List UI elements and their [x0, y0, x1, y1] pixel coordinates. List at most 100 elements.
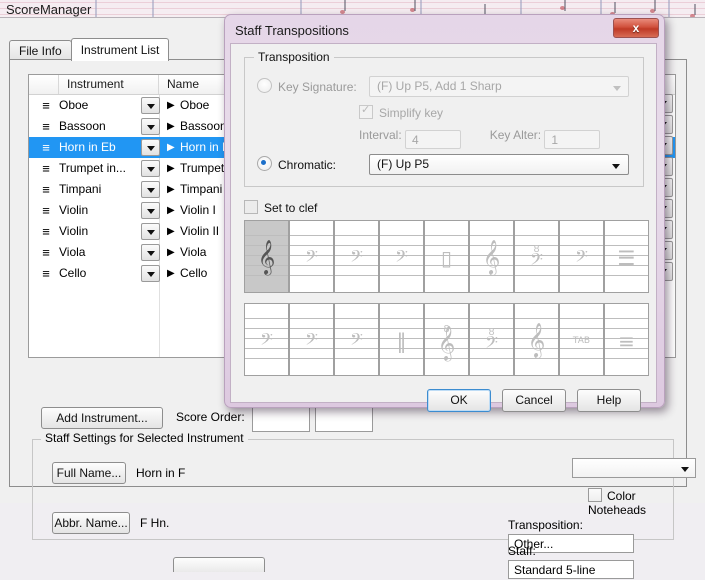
- key-signature-value: (F) Up P5, Add 1 Sharp: [377, 79, 502, 93]
- row-expand-icon[interactable]: ▶: [167, 221, 175, 242]
- clef-option-treble-clef-8vb[interactable]: 𝄞: [469, 220, 514, 293]
- row-dropdown-button[interactable]: [141, 202, 160, 219]
- dialog-titlebar[interactable]: Staff Transpositions x: [229, 18, 660, 45]
- key-signature-radio[interactable]: [257, 78, 272, 93]
- row-dropdown-button[interactable]: [141, 223, 160, 240]
- row-drag-handle[interactable]: ≡: [38, 221, 54, 242]
- row-instrument: Bassoon: [59, 119, 106, 133]
- row-drag-handle[interactable]: ≡: [38, 179, 54, 200]
- row-dropdown-button[interactable]: [141, 160, 160, 177]
- clef-option-alto-clef-line3[interactable]: 𝄢: [289, 303, 334, 376]
- clef-option-treble-clef-plain[interactable]: 𝄞: [514, 303, 559, 376]
- chromatic-combo[interactable]: (F) Up P5: [369, 154, 629, 175]
- score-order-field-a[interactable]: [252, 406, 310, 432]
- row-instrument: Cello: [59, 266, 87, 280]
- note-stem: [614, 2, 616, 13]
- row-drag-handle[interactable]: ≡: [38, 200, 54, 221]
- abbr-name-button[interactable]: Abbr. Name...: [52, 512, 130, 534]
- tab-instrument-list[interactable]: Instrument List: [70, 38, 170, 61]
- row-drag-handle[interactable]: ≡: [38, 263, 54, 284]
- clef-row: 𝄞 𝄢 𝄢 𝄢 ▯ 𝄞 8 𝄢 𝄢 ☰: [244, 220, 649, 293]
- close-button[interactable]: x: [613, 18, 659, 38]
- row-drag-handle[interactable]: ≡: [38, 95, 54, 116]
- row-dropdown-button[interactable]: [141, 118, 160, 135]
- ok-button[interactable]: OK: [427, 389, 491, 412]
- row-expand-icon[interactable]: ▶: [167, 200, 175, 221]
- chevron-down-icon: [681, 467, 689, 472]
- row-expand-icon[interactable]: ▶: [167, 179, 175, 200]
- score-order-label: Score Order:: [176, 410, 245, 424]
- cancel-button[interactable]: Cancel: [502, 389, 566, 412]
- clef-option-bass-clef[interactable]: 𝄢: [379, 220, 424, 293]
- clef-option-alto-clef-line1[interactable]: 𝄢: [244, 303, 289, 376]
- percussion-clef-2line-icon: ‖: [396, 328, 407, 353]
- staff-value[interactable]: Standard 5-line: [508, 560, 634, 579]
- key-alter-input[interactable]: 1: [544, 130, 601, 149]
- chevron-down-icon: [147, 146, 155, 151]
- chevron-down-icon: [147, 272, 155, 277]
- transposition-label: Transposition:: [508, 518, 583, 532]
- transposition-group-title: Transposition: [254, 50, 334, 64]
- tab-file-info[interactable]: File Info: [9, 40, 72, 61]
- row-dropdown-button[interactable]: [141, 139, 160, 156]
- chevron-down-icon: [147, 251, 155, 256]
- dialog-title: Staff Transpositions: [235, 23, 349, 38]
- clef-option-tab-staff-clef[interactable]: ☰: [604, 220, 649, 293]
- row-drag-handle[interactable]: ≡: [38, 116, 54, 137]
- set-to-clef-checkbox[interactable]: [244, 200, 258, 214]
- row-expand-icon[interactable]: ▶: [167, 263, 175, 284]
- row-expand-icon[interactable]: ▶: [167, 158, 175, 179]
- clef-option-bass-clef-alt[interactable]: 𝄢: [559, 220, 604, 293]
- clef-option-blank-clef[interactable]: ≡: [604, 303, 649, 376]
- row-drag-handle[interactable]: ≡: [38, 242, 54, 263]
- score-order-field-b[interactable]: [315, 406, 373, 432]
- set-to-clef-label: Set to clef: [264, 201, 318, 215]
- abbr-name-value: F Hn.: [140, 516, 170, 530]
- row-drag-handle[interactable]: ≡: [38, 137, 54, 158]
- simplify-key-row[interactable]: Simplify key: [359, 103, 444, 120]
- row-expand-icon[interactable]: ▶: [167, 242, 175, 263]
- blank-clef-icon: ≡: [618, 328, 635, 353]
- color-noteheads-checkbox[interactable]: [588, 488, 602, 502]
- color-noteheads-row[interactable]: Color Noteheads: [588, 488, 686, 517]
- add-instrument-button[interactable]: Add Instrument...: [41, 407, 163, 429]
- key-signature-combo[interactable]: (F) Up P5, Add 1 Sharp: [369, 76, 629, 97]
- chromatic-radio[interactable]: [257, 156, 272, 171]
- clef-option-alto-clef[interactable]: 𝄢: [289, 220, 334, 293]
- simplify-key-checkbox[interactable]: [359, 103, 373, 119]
- row-expand-icon[interactable]: ▶: [167, 137, 175, 158]
- clef-option-treble-clef-8va[interactable]: 8 𝄞: [424, 303, 469, 376]
- clef-option-treble-clef[interactable]: 𝄞: [244, 220, 289, 293]
- row-dropdown-button[interactable]: [141, 181, 160, 198]
- row-name: Bassoon: [180, 119, 227, 133]
- chevron-down-icon: [147, 230, 155, 235]
- help-button[interactable]: Help: [577, 389, 641, 412]
- staff-settings-combo[interactable]: [572, 458, 696, 478]
- row-dropdown-button[interactable]: [141, 97, 160, 114]
- clef-option-bass-clef-8vb[interactable]: 8 𝄢: [514, 220, 559, 293]
- clef-option-alto-clef-line4[interactable]: 𝄢: [334, 303, 379, 376]
- clef-option-percussion-clef-2line[interactable]: ‖: [379, 303, 424, 376]
- full-name-button[interactable]: Full Name...: [52, 462, 126, 484]
- clef-option-tab-clef[interactable]: TAB: [559, 303, 604, 376]
- key-alter-label: Key Alter:: [489, 128, 542, 142]
- row-expand-icon[interactable]: ▶: [167, 116, 175, 137]
- clef-option-percussion-clef[interactable]: ▯: [424, 220, 469, 293]
- row-expand-icon[interactable]: ▶: [167, 95, 175, 116]
- clef-option-bass-clef-8va[interactable]: 8 𝄢: [469, 303, 514, 376]
- chromatic-label: Chromatic:: [278, 158, 337, 172]
- close-icon: x: [632, 21, 640, 35]
- set-to-clef-row[interactable]: Set to clef: [244, 200, 317, 215]
- clef-grid: 𝄞 𝄢 𝄢 𝄢 ▯ 𝄞 8 𝄢 𝄢 ☰ 𝄢 𝄢 𝄢 ‖ 8 𝄞 8 𝄢 𝄞 TAB ≡: [244, 220, 649, 376]
- interval-input[interactable]: 4: [405, 130, 462, 149]
- note-stem: [654, 0, 656, 11]
- row-dropdown-button[interactable]: [141, 265, 160, 282]
- clef-option-tenor-clef[interactable]: 𝄢: [334, 220, 379, 293]
- row-dropdown-button[interactable]: [141, 244, 160, 261]
- bottom-button-stub[interactable]: [173, 557, 265, 572]
- note-stem: [564, 0, 566, 11]
- staff-transpositions-dialog: Staff Transpositions x Transposition Key…: [224, 14, 665, 412]
- row-name: Horn in F: [180, 140, 230, 154]
- simplify-key-label: Simplify key: [379, 106, 444, 120]
- row-drag-handle[interactable]: ≡: [38, 158, 54, 179]
